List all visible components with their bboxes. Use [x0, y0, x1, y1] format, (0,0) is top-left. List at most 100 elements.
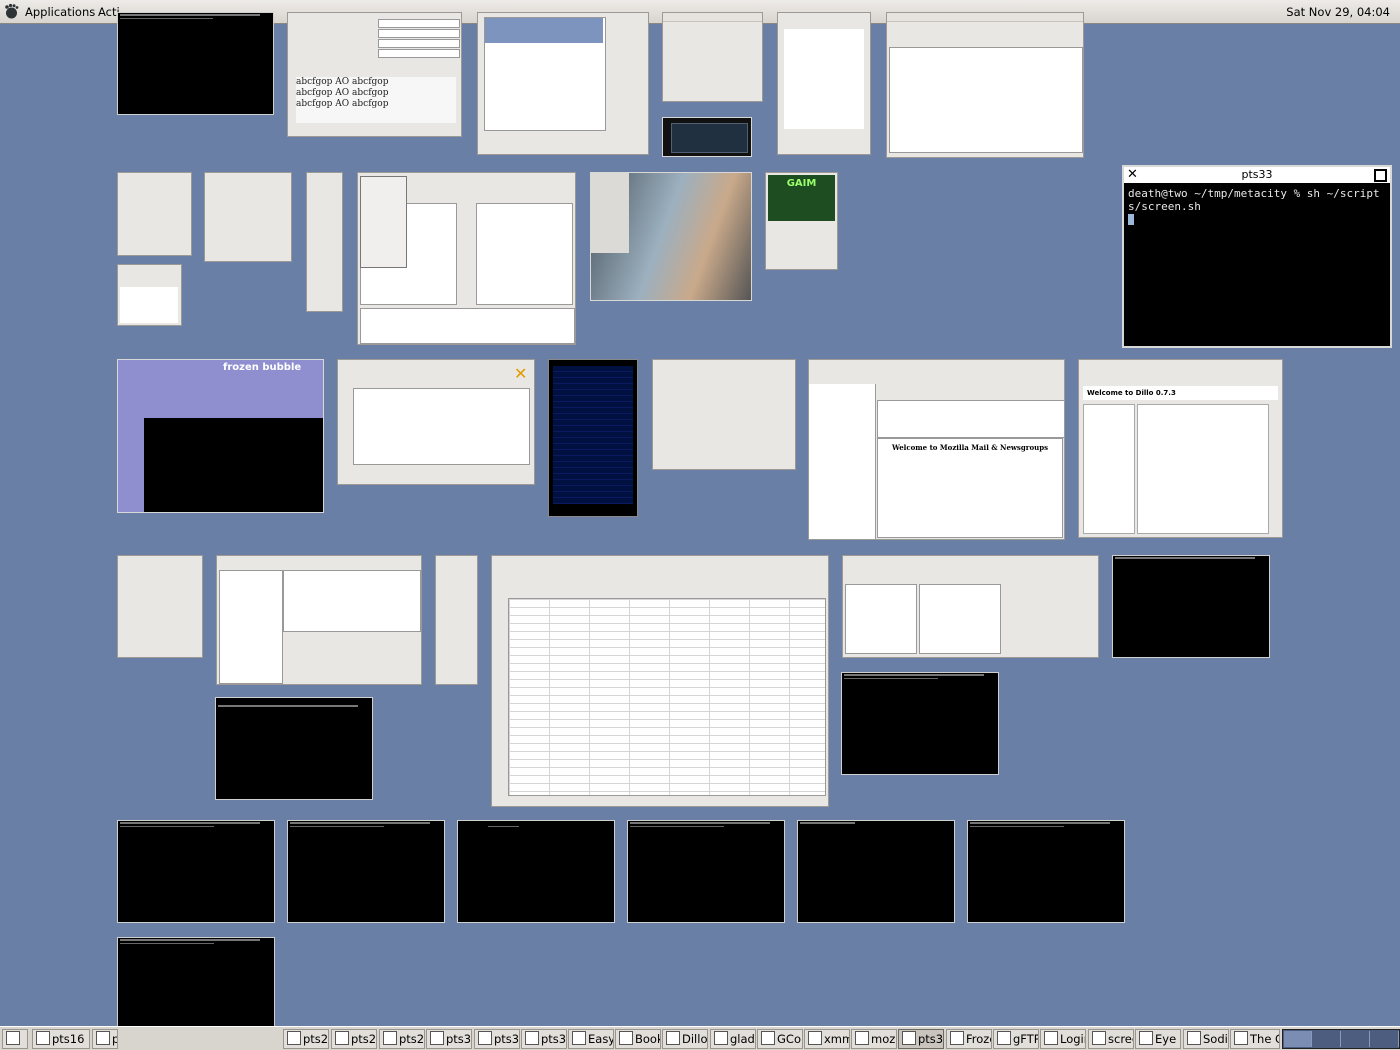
window-icon — [950, 1031, 964, 1045]
taskbar-label: pts30 — [446, 1032, 472, 1046]
taskbar-label: xmm — [824, 1032, 849, 1046]
taskbar-item[interactable]: Login — [1040, 1029, 1086, 1049]
glade-palette-thumbnail[interactable] — [306, 172, 343, 312]
taskbar-item[interactable]: scree — [1088, 1029, 1134, 1049]
gconf-editor-thumbnail[interactable] — [216, 555, 422, 685]
terminal-window-thumbnail[interactable] — [967, 820, 1125, 923]
dillo-thumbnail[interactable]: Welcome to Dillo 0.7.3 — [1078, 359, 1283, 538]
workspace-switcher[interactable] — [1282, 1029, 1400, 1049]
terminal-window-thumbnail[interactable] — [1112, 555, 1270, 658]
close-icon[interactable]: ✕ — [514, 366, 527, 382]
taskbar-item[interactable]: glade — [710, 1029, 756, 1049]
window-icon — [430, 1031, 444, 1045]
app-icon — [572, 1031, 586, 1045]
taskbar-label: pts32 — [541, 1032, 567, 1046]
taskbar-item[interactable]: Easy — [568, 1029, 614, 1049]
taskbar-item[interactable]: Eye o — [1135, 1029, 1181, 1049]
small-form-thumbnail[interactable] — [117, 555, 203, 658]
app-icon — [808, 1031, 822, 1045]
taskbar-item[interactable]: pts16 — [32, 1029, 90, 1049]
taskbar-item-active[interactable]: pts33 — [898, 1029, 944, 1049]
gimp-brushes-thumbnail[interactable] — [777, 12, 871, 155]
taskbar-item[interactable]: The G — [1230, 1029, 1280, 1049]
mozilla-browser-thumbnail[interactable] — [886, 12, 1084, 158]
xmms-thumbnail[interactable] — [662, 117, 752, 157]
taskbar-label: Dillo: — [682, 1032, 708, 1046]
terminal-window-thumbnail[interactable] — [841, 672, 999, 775]
taskbar-item[interactable]: Sodip — [1183, 1029, 1229, 1049]
taskbar-item[interactable]: gFTP — [993, 1029, 1039, 1049]
taskbar-item[interactable]: pts28 — [379, 1029, 425, 1049]
taskbar-label: gFTP — [1013, 1032, 1039, 1046]
terminal-window-thumbnail[interactable] — [215, 697, 373, 800]
login-dialog-thumbnail[interactable]: ✕ — [337, 359, 535, 485]
gftp-thumbnail[interactable] — [357, 172, 576, 345]
terminal-output[interactable]: death@two ~/tmp/metacity % sh ~/scripts/… — [1128, 187, 1386, 226]
workspace-4[interactable] — [1371, 1031, 1399, 1047]
gaim-login-thumbnail[interactable]: GAIM — [765, 172, 838, 270]
app-icon — [1092, 1031, 1106, 1045]
window-icon — [383, 1031, 397, 1045]
taskbar-label: pts33 — [918, 1032, 944, 1046]
frozen-bubble-thumbnail[interactable]: frozen bubble — [117, 359, 324, 513]
taskbar-item[interactable]: pts31 — [474, 1029, 520, 1049]
taskbar-label: pf — [112, 1032, 117, 1046]
support-dialog-thumbnail[interactable] — [652, 359, 796, 470]
terminal-window-thumbnail[interactable] — [457, 820, 615, 923]
taskbar-label: Login — [1060, 1032, 1085, 1046]
file-manager-thumbnail[interactable] — [842, 555, 1099, 658]
workspace-3[interactable] — [1342, 1031, 1370, 1047]
app-icon — [619, 1031, 633, 1045]
terminal-window-thumbnail[interactable] — [117, 937, 275, 1040]
taskbar-label: Froze — [966, 1032, 991, 1046]
terminal-window-thumbnail[interactable] — [287, 820, 445, 923]
cursor — [1128, 214, 1134, 225]
gimp-toolbox-thumbnail[interactable] — [117, 172, 192, 256]
show-desktop-button[interactable] — [2, 1029, 28, 1049]
taskbar-label: scree — [1108, 1032, 1133, 1046]
xmms-playlist-thumbnail[interactable] — [548, 359, 638, 517]
taskbar-item[interactable]: Dillo: — [662, 1029, 708, 1049]
taskbar-item[interactable]: Froze — [946, 1029, 992, 1049]
taskbar-label: Book — [635, 1032, 661, 1046]
gimp-image-thumbnail[interactable] — [590, 172, 752, 301]
behaviour-dialog-thumbnail[interactable] — [204, 172, 292, 262]
taskbar-item[interactable]: Book — [615, 1029, 661, 1049]
small-dialog-thumbnail[interactable] — [662, 12, 763, 102]
taskbar-item[interactable]: mozi — [851, 1029, 897, 1049]
taskbar-item[interactable]: GCor — [757, 1029, 803, 1049]
font-preferences-thumbnail[interactable]: abcfgop AO abcfgop abcfgop AO abcfgop abcf… — [287, 12, 462, 137]
taskbar-item[interactable]: xmm — [804, 1029, 850, 1049]
mozilla-mail-thumbnail[interactable]: Welcome to Mozilla Mail & Newsgroups — [808, 359, 1065, 540]
taskbar-item[interactable]: pts32 — [521, 1029, 567, 1049]
taskbar-label: pts31 — [494, 1032, 520, 1046]
terminal-window-pts33[interactable]: ✕ pts33 death@two ~/tmp/metacity % sh ~/… — [1122, 165, 1392, 348]
desktop-icon — [6, 1031, 20, 1045]
terminal-window-thumbnail[interactable] — [627, 820, 785, 923]
app-icon — [855, 1031, 869, 1045]
workspace-2[interactable] — [1313, 1031, 1341, 1047]
title-bar[interactable]: ✕ pts33 — [1124, 167, 1390, 185]
clock[interactable]: Sat Nov 29, 04:04 — [1286, 5, 1390, 19]
frozen-bubble-title: frozen bubble — [223, 362, 302, 373]
window-icon — [287, 1031, 301, 1045]
dillo-welcome-text: Welcome to Dillo 0.7.3 — [1083, 386, 1278, 400]
terminal-window-thumbnail[interactable] — [797, 820, 955, 923]
maximize-icon[interactable] — [1374, 169, 1387, 182]
taskbar-item[interactable]: pf — [92, 1029, 118, 1049]
theme-preferences-thumbnail[interactable] — [477, 12, 649, 155]
glade-widget-palette-thumbnail[interactable] — [435, 555, 478, 685]
taskbar-item[interactable]: pts30 — [426, 1029, 472, 1049]
window-icon — [714, 1031, 728, 1045]
workspace-1[interactable] — [1284, 1031, 1312, 1047]
small-toolbar-thumbnail[interactable] — [117, 264, 182, 326]
terminal-window-thumbnail[interactable] — [117, 12, 274, 115]
terminal-window-thumbnail[interactable] — [117, 820, 275, 923]
taskbar-label: pts28 — [399, 1032, 425, 1046]
spreadsheet-thumbnail[interactable] — [491, 555, 829, 807]
taskbar-item[interactable]: pts26 — [283, 1029, 329, 1049]
taskbar-item[interactable]: pts27 — [331, 1029, 377, 1049]
gaim-logo: GAIM — [768, 175, 835, 221]
gnome-foot-icon[interactable] — [3, 3, 20, 20]
applications-menu[interactable]: Applications — [25, 5, 95, 19]
